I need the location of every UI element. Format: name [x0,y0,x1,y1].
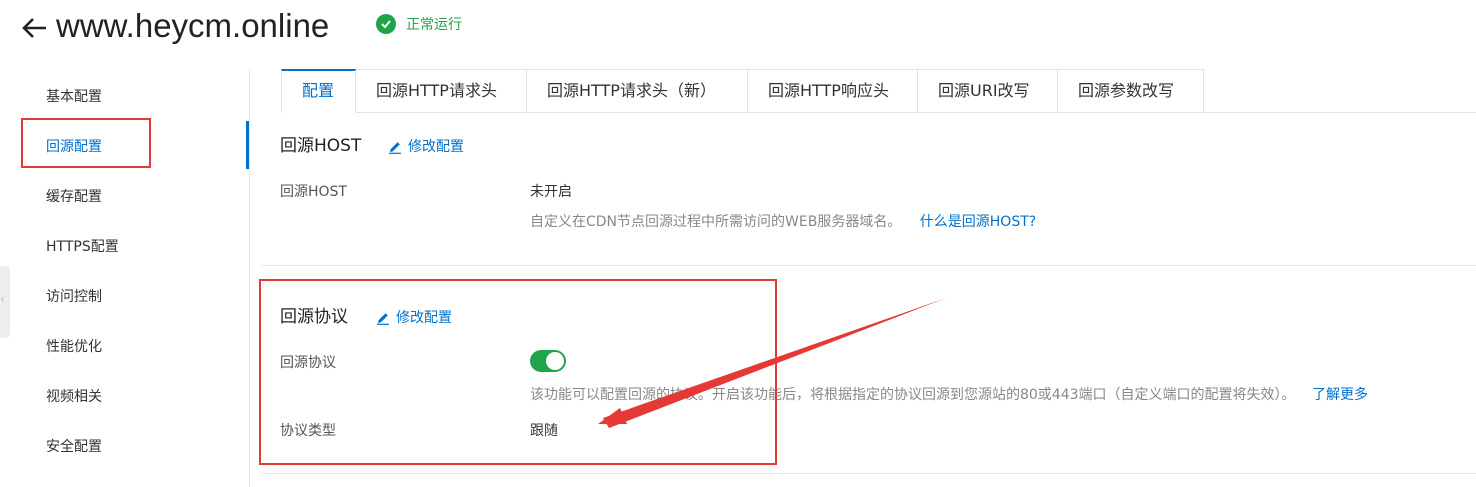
sidebar-item-basic[interactable]: 基本配置 [46,87,102,107]
host-edit-label: 修改配置 [408,139,464,155]
host-section-title: 回源HOST [280,136,362,156]
sidebar-item-https[interactable]: HTTPS配置 [46,237,119,257]
tab-origin-request-header-new[interactable]: 回源HTTP请求头（新） [527,69,748,113]
pencil-icon [389,142,401,154]
protocol-edit-label: 修改配置 [396,310,452,326]
protocol-help-text: 该功能可以配置回源的协议。开启该功能后，将根据指定的协议回源到您源站的80或44… [530,387,1296,403]
status-text: 正常运行 [406,17,462,33]
protocol-help-link[interactable]: 了解更多 [1312,387,1368,403]
host-field-label: 回源HOST [280,184,347,200]
host-edit-link[interactable]: 修改配置 [388,137,464,157]
section-divider [262,265,1476,266]
tab-origin-request-header[interactable]: 回源HTTP请求头 [356,69,527,113]
protocol-edit-link[interactable]: 修改配置 [376,308,452,328]
sidebar-item-performance[interactable]: 性能优化 [46,337,102,357]
host-help-link[interactable]: 什么是回源HOST? [920,214,1036,230]
sidebar-item-security[interactable]: 安全配置 [46,437,102,457]
host-field-value: 未开启 [530,184,572,200]
protocol-help: 该功能可以配置回源的协议。开启该功能后，将根据指定的协议回源到您源站的80或44… [530,385,1368,405]
pencil-icon [377,313,389,325]
protocol-type-label: 协议类型 [280,423,336,439]
section-divider-bottom [262,473,1476,474]
tab-config[interactable]: 配置 [281,69,356,113]
sidebar-item-cache[interactable]: 缓存配置 [46,187,102,207]
status-indicator: 正常运行 [376,14,462,34]
tab-origin-response-header[interactable]: 回源HTTP响应头 [748,69,918,113]
check-circle-icon [376,14,396,34]
host-help-text: 自定义在CDN节点回源过程中所需访问的WEB服务器域名。 [530,214,902,230]
sidebar-active-indicator [246,121,249,169]
toggle-knob [546,352,564,370]
tab-origin-param-rewrite[interactable]: 回源参数改写 [1058,69,1204,113]
protocol-field-label: 回源协议 [280,355,336,371]
protocol-section-title: 回源协议 [280,307,348,327]
sidebar-item-origin[interactable]: 回源配置 [46,137,102,157]
protocol-type-value: 跟随 [530,423,558,439]
back-arrow-icon[interactable] [20,12,50,42]
tab-bar: 配置 回源HTTP请求头 回源HTTP请求头（新） 回源HTTP响应头 回源UR… [281,69,1204,113]
page-header: www.heycm.online 正常运行 [0,0,1476,60]
tab-origin-uri-rewrite[interactable]: 回源URI改写 [918,69,1058,113]
host-help: 自定义在CDN节点回源过程中所需访问的WEB服务器域名。 什么是回源HOST? [530,212,1036,232]
protocol-toggle[interactable] [530,350,566,372]
sidebar: 基本配置 回源配置 缓存配置 HTTPS配置 访问控制 性能优化 视频相关 安全… [0,70,250,487]
sidebar-item-video[interactable]: 视频相关 [46,387,102,407]
domain-title: www.heycm.online [56,7,330,44]
sidebar-item-access[interactable]: 访问控制 [46,287,102,307]
tab-bar-underline [1203,112,1476,113]
